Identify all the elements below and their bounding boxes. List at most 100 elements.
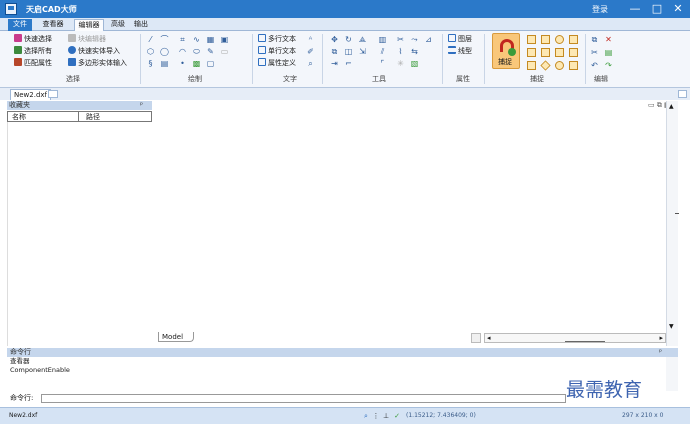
text-edit-icon[interactable]: ✐ bbox=[306, 47, 315, 56]
fillet-icon[interactable]: ⌐ bbox=[344, 59, 353, 68]
tab-output[interactable]: 输出 bbox=[131, 19, 151, 31]
snap-quadrant-icon[interactable] bbox=[555, 48, 564, 57]
ellipse-icon[interactable]: ⬭ bbox=[192, 47, 201, 56]
stretch-icon[interactable]: ⇲ bbox=[358, 47, 367, 56]
rotate-icon[interactable]: ↻ bbox=[344, 35, 353, 44]
ortho-icon[interactable]: ⊥ bbox=[382, 412, 390, 420]
text-style-icon[interactable]: ᴬ bbox=[306, 35, 315, 44]
snap-node-icon[interactable] bbox=[527, 61, 536, 70]
minimize-icon[interactable]: — bbox=[626, 1, 644, 17]
snap-midpoint-icon[interactable] bbox=[541, 48, 550, 57]
command-input[interactable] bbox=[41, 394, 566, 403]
pin-icon[interactable]: ᵖ bbox=[140, 101, 143, 110]
extend-icon[interactable]: ⤳ bbox=[410, 35, 419, 44]
snap-extension-icon[interactable] bbox=[569, 61, 578, 70]
vertical-scrollbar[interactable]: ▲ ▼ bbox=[666, 101, 679, 346]
paste-icon[interactable]: ▤ bbox=[604, 48, 613, 57]
snap-tangent-icon[interactable] bbox=[569, 35, 578, 44]
measure-icon[interactable]: ⊿ bbox=[424, 35, 433, 44]
cut-icon[interactable]: ✂ bbox=[590, 48, 599, 57]
tab-advanced[interactable]: 高级 bbox=[108, 19, 128, 31]
tab-file[interactable]: 文件 bbox=[8, 19, 32, 31]
drawing-canvas[interactable] bbox=[153, 101, 666, 332]
redo-icon[interactable]: ↷ bbox=[604, 61, 613, 70]
linetype-button[interactable]: 线型 bbox=[448, 46, 472, 56]
snap-endpoint-icon[interactable] bbox=[527, 35, 536, 44]
match-properties-button[interactable]: 匹配属性 bbox=[14, 58, 52, 68]
horizontal-scrollbar[interactable]: ◂ ▸ bbox=[484, 333, 666, 343]
break-icon[interactable]: ⌇ bbox=[396, 47, 405, 56]
document-close-icon[interactable] bbox=[48, 90, 58, 98]
undo-icon[interactable]: ↶ bbox=[590, 61, 599, 70]
column-divider[interactable] bbox=[78, 112, 79, 122]
point-style-icon[interactable]: ▤ bbox=[160, 59, 169, 68]
grid-icon[interactable]: ⋮ bbox=[372, 412, 380, 420]
chamfer-icon[interactable]: ⌜ bbox=[378, 59, 387, 68]
favorites-list[interactable] bbox=[7, 122, 152, 346]
close-icon[interactable]: ✕ bbox=[669, 1, 687, 17]
copy-icon[interactable]: ⧉ bbox=[590, 35, 599, 44]
snap-parallel-icon[interactable] bbox=[569, 48, 578, 57]
block-insert-icon[interactable]: ▣ bbox=[220, 35, 229, 44]
rectangle-icon[interactable]: ⌗ bbox=[178, 35, 187, 44]
scroll-thumb[interactable] bbox=[675, 213, 679, 214]
circle-icon[interactable]: ◯ bbox=[160, 47, 169, 56]
snap-intersection-icon[interactable] bbox=[527, 48, 536, 57]
tab-editor[interactable]: 编辑器 bbox=[74, 19, 104, 31]
quick-select-button[interactable]: 快速选择 bbox=[14, 34, 52, 44]
select-all-button[interactable]: 选择所有 bbox=[14, 46, 52, 56]
copy-object-icon[interactable]: ⧉ bbox=[330, 47, 339, 56]
quick-import-button[interactable]: 快速实体导入 bbox=[68, 46, 120, 56]
explode-icon[interactable]: ✳ bbox=[396, 59, 405, 68]
erase-icon[interactable]: ▧ bbox=[410, 59, 419, 68]
scroll-left-icon[interactable]: ◂ bbox=[487, 334, 491, 343]
document-tab[interactable]: New2.dxf bbox=[10, 89, 51, 100]
snap-nearest-icon[interactable] bbox=[555, 61, 564, 70]
scroll-right-icon[interactable]: ▸ bbox=[659, 334, 663, 343]
column-path[interactable]: 路径 bbox=[86, 112, 100, 122]
delete-icon[interactable]: ✕ bbox=[604, 35, 613, 44]
tab-viewer[interactable]: 查看器 bbox=[38, 19, 68, 31]
point-icon[interactable]: • bbox=[178, 59, 187, 68]
layout-toggle-icon[interactable] bbox=[471, 333, 481, 343]
spline-icon[interactable]: ∿ bbox=[192, 35, 201, 44]
snap-insertion-icon[interactable] bbox=[540, 60, 551, 71]
array-icon[interactable]: ▥ bbox=[378, 35, 387, 44]
block-editor-button[interactable]: 块编辑器 bbox=[68, 34, 106, 44]
layers-button[interactable]: 图层 bbox=[448, 34, 472, 44]
move-icon[interactable]: ✥ bbox=[330, 35, 339, 44]
region-icon[interactable]: ▩ bbox=[192, 59, 201, 68]
offset-icon[interactable]: ⫽ bbox=[378, 47, 387, 56]
pen-icon[interactable]: ✎ bbox=[206, 47, 215, 56]
text-find-icon[interactable]: ⌕ bbox=[306, 59, 315, 68]
lengthen-icon[interactable]: ⇥ bbox=[330, 59, 339, 68]
maximize-icon[interactable]: □ bbox=[648, 1, 666, 17]
snap-perpendicular-icon[interactable] bbox=[541, 35, 550, 44]
scale-icon[interactable]: ⟁ bbox=[358, 35, 367, 44]
line-icon[interactable]: ⁄ bbox=[146, 35, 155, 44]
polygon-icon[interactable]: ⬡ bbox=[146, 47, 155, 56]
scroll-up-icon[interactable]: ▲ bbox=[669, 103, 674, 110]
curve-icon[interactable]: § bbox=[146, 59, 155, 68]
polyline-icon[interactable]: ⌒ bbox=[160, 35, 169, 44]
scroll-thumb[interactable] bbox=[565, 341, 605, 342]
polygon-input-button[interactable]: 多边形实体输入 bbox=[68, 58, 127, 68]
snap-center-icon[interactable] bbox=[555, 35, 564, 44]
mtext-button[interactable]: 多行文本 bbox=[258, 34, 296, 44]
login-link[interactable]: 登录 bbox=[592, 4, 608, 15]
zoom-icon[interactable]: ⌕ bbox=[362, 412, 370, 420]
image-icon[interactable]: ▭ bbox=[220, 47, 229, 56]
pin-icon[interactable]: ᵖ bbox=[659, 348, 662, 357]
join-icon[interactable]: ⇆ bbox=[410, 47, 419, 56]
trim-icon[interactable]: ✂ bbox=[396, 35, 405, 44]
scroll-down-icon[interactable]: ▼ bbox=[669, 323, 674, 330]
hatch-icon[interactable]: ▦ bbox=[206, 35, 215, 44]
attdef-button[interactable]: 属性定义 bbox=[258, 58, 296, 68]
column-name[interactable]: 名称 bbox=[12, 112, 26, 122]
wipeout-icon[interactable]: ▢ bbox=[206, 59, 215, 68]
model-tab[interactable]: Model bbox=[158, 332, 194, 342]
text-button[interactable]: 单行文本 bbox=[258, 46, 296, 56]
snap-status-icon[interactable]: ✓ bbox=[393, 412, 401, 420]
tab-list-icon[interactable] bbox=[678, 90, 687, 98]
arc-icon[interactable]: ◠ bbox=[178, 47, 187, 56]
